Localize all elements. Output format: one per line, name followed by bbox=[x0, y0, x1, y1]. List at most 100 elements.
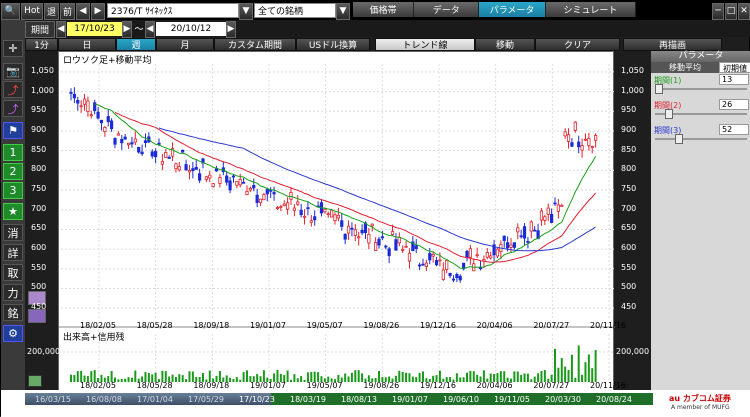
arrow-right-icon[interactable]: ▶ bbox=[91, 2, 105, 20]
y-tick-label: 500 bbox=[621, 282, 637, 292]
chart-area[interactable]: ロウソク足+移動平均 出来高+信用残 bbox=[58, 51, 615, 391]
arrow-right-icon[interactable]: ▶ bbox=[122, 20, 132, 38]
camera-icon[interactable]: 📷 bbox=[3, 63, 23, 80]
candle-body bbox=[360, 229, 364, 234]
volume-bar bbox=[76, 371, 79, 382]
chart-line-icon[interactable]: ⤴ bbox=[3, 81, 23, 98]
candle-body bbox=[377, 238, 381, 246]
volume-bar bbox=[523, 373, 526, 382]
slider-handle[interactable] bbox=[675, 134, 683, 144]
chevron-down-icon[interactable]: ▼ bbox=[336, 2, 350, 20]
timeframe-month[interactable]: 月 bbox=[156, 37, 214, 51]
navigator-tick: 20/08/24 bbox=[596, 395, 632, 404]
erase-button[interactable]: 消 bbox=[3, 224, 23, 241]
tab-price-band[interactable]: 価格帯 bbox=[353, 2, 415, 17]
slider-handle[interactable] bbox=[665, 109, 673, 119]
trade-button[interactable]: 取 bbox=[3, 264, 23, 281]
timeframe-custom[interactable]: カスタム期間 bbox=[214, 37, 296, 51]
end-date-input[interactable]: 20/10/12 bbox=[156, 21, 226, 36]
layout-2-button[interactable]: 2 bbox=[3, 163, 23, 180]
move-button[interactable]: 移動 bbox=[475, 37, 535, 51]
volume-bar bbox=[296, 378, 299, 382]
volume-bar bbox=[405, 372, 408, 382]
tilde-separator: ～ bbox=[134, 25, 144, 35]
timeframe-day[interactable]: 日 bbox=[58, 37, 116, 51]
volume-bar bbox=[587, 354, 590, 382]
prev-button[interactable]: 前 bbox=[60, 2, 75, 20]
candle-body bbox=[113, 138, 117, 145]
volume-bar bbox=[229, 377, 232, 382]
candle-body bbox=[137, 147, 141, 153]
candle-body bbox=[374, 242, 378, 251]
search-icon[interactable]: 🔍 bbox=[1, 2, 20, 20]
volume-bar bbox=[239, 379, 242, 382]
tab-data[interactable]: データ bbox=[414, 2, 480, 17]
volume-bar bbox=[469, 370, 472, 382]
arrow-left-icon[interactable]: ◀ bbox=[56, 20, 66, 38]
param-slider[interactable] bbox=[655, 88, 747, 90]
close-icon[interactable]: ✕ bbox=[738, 2, 750, 20]
chevron-down-icon[interactable]: ▼ bbox=[239, 2, 253, 20]
volume-bar bbox=[354, 370, 357, 382]
candle-body bbox=[184, 164, 188, 171]
x-tick-label: 18/02/05 bbox=[80, 381, 116, 390]
timeframe-1min[interactable]: 1分 bbox=[25, 37, 58, 51]
candle-body bbox=[106, 116, 110, 123]
brand-button[interactable]: 銘 bbox=[3, 304, 23, 321]
candle-body bbox=[563, 131, 567, 137]
timeframe-week[interactable]: 週 bbox=[116, 37, 156, 51]
arrow-left-icon[interactable]: ◀ bbox=[76, 2, 90, 20]
x-tick-label: 19/05/07 bbox=[306, 321, 343, 330]
maximize-icon[interactable]: □ bbox=[725, 2, 737, 20]
candle-body bbox=[79, 105, 83, 108]
back-button[interactable]: 退 bbox=[44, 2, 59, 20]
x-tick-label: 18/05/28 bbox=[136, 381, 173, 390]
arrow-right-icon[interactable]: ▶ bbox=[226, 20, 236, 38]
candle-body bbox=[289, 192, 293, 200]
start-date-input[interactable]: 17/10/23 bbox=[67, 21, 122, 36]
flag-icon[interactable]: ⚑ bbox=[3, 122, 23, 139]
volume-bar bbox=[124, 378, 127, 382]
volume-bar bbox=[232, 378, 235, 382]
param-value[interactable]: 52 bbox=[719, 124, 749, 135]
navigator-tick: 17/01/04 bbox=[137, 395, 173, 404]
candle-body bbox=[550, 213, 554, 223]
chart-title: ロウソク足+移動平均 bbox=[63, 56, 152, 66]
candle-body bbox=[539, 210, 544, 221]
volume-bar bbox=[70, 374, 72, 382]
time-navigator[interactable]: 16/03/15 16/08/08 17/01/04 17/05/29 17/10/23… bbox=[25, 393, 653, 405]
candle-body bbox=[211, 183, 215, 188]
volume-bar bbox=[300, 376, 303, 382]
detail-button[interactable]: 詳 bbox=[3, 244, 23, 261]
panel-tab-init[interactable]: 初期値 bbox=[719, 62, 750, 73]
symbol-input[interactable]: 2376/T ｻｲﾈｯｸｽ bbox=[107, 3, 239, 18]
candle-body bbox=[326, 213, 330, 216]
hot-button[interactable]: Hot bbox=[21, 2, 43, 20]
watchlist-select[interactable]: 全ての銘柄 bbox=[254, 3, 336, 18]
param-value[interactable]: 13 bbox=[719, 74, 749, 85]
candle-body bbox=[218, 177, 222, 184]
arrow-left-icon[interactable]: ◀ bbox=[145, 20, 155, 38]
trendline-button[interactable]: トレンド線 bbox=[375, 37, 475, 51]
layout-3-button[interactable]: 3 bbox=[3, 182, 23, 199]
param-value[interactable]: 26 bbox=[719, 99, 749, 110]
power-button[interactable]: 力 bbox=[3, 284, 23, 301]
redraw-button[interactable]: 再描画 bbox=[623, 37, 722, 51]
layout-1-button[interactable]: 1 bbox=[3, 144, 23, 161]
crosshair-icon[interactable]: ✛ bbox=[3, 40, 23, 57]
slider-handle[interactable] bbox=[655, 84, 663, 94]
volume-bar bbox=[594, 350, 597, 382]
panel-tab-ma[interactable]: 移動平均 bbox=[651, 62, 719, 73]
volume-bar bbox=[401, 371, 404, 382]
tab-simulate[interactable]: シミュレート bbox=[545, 2, 636, 17]
volume-toggle-icon[interactable] bbox=[28, 375, 42, 387]
param-slider[interactable] bbox=[655, 138, 747, 140]
star-button[interactable]: ★ bbox=[3, 203, 23, 220]
clear-button[interactable]: クリア bbox=[535, 37, 620, 51]
tab-parameters[interactable]: パラメータ bbox=[479, 2, 546, 17]
usd-convert-button[interactable]: USドル換算 bbox=[296, 37, 370, 51]
y-tick-label: 700 bbox=[621, 203, 637, 213]
gear-icon[interactable]: ⚙ bbox=[3, 325, 23, 342]
minimize-icon[interactable]: ─ bbox=[712, 2, 724, 20]
chart-purple-icon[interactable]: ⤴ bbox=[3, 100, 23, 117]
